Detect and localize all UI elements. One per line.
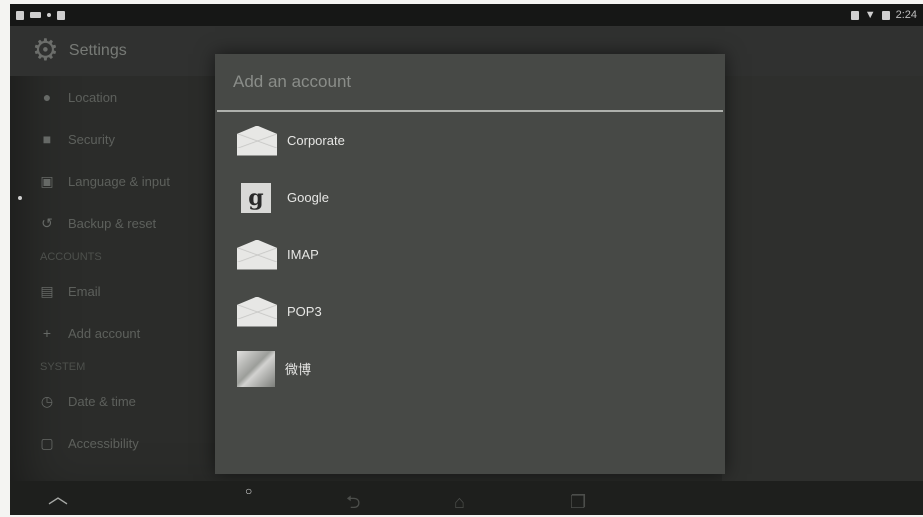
envelope-icon bbox=[237, 239, 277, 270]
account-option-label: Corporate bbox=[287, 133, 345, 148]
battery-icon bbox=[881, 10, 890, 20]
tablet-screen: ▼ 2:24 ⚙ Settings ● Location ■ Security … bbox=[10, 4, 923, 515]
status-left-icons bbox=[16, 10, 65, 20]
clock: 2:24 bbox=[895, 9, 917, 21]
home-icon[interactable]: ⌂ bbox=[454, 493, 465, 511]
settings-item-accessibility[interactable]: ▢ Accessibility bbox=[40, 422, 230, 464]
lock-icon: ■ bbox=[42, 131, 52, 147]
account-option-google[interactable]: g Google bbox=[215, 169, 725, 226]
menu-dot-icon bbox=[18, 196, 22, 200]
settings-category-accounts: ACCOUNTS bbox=[40, 251, 102, 263]
settings-item-add-account[interactable]: + Add account bbox=[40, 312, 230, 354]
app-icon bbox=[237, 350, 275, 387]
location-icon: ● bbox=[42, 89, 52, 105]
account-option-label: Google bbox=[287, 190, 329, 205]
envelope-icon bbox=[237, 125, 277, 156]
up-caret-icon[interactable]: ︿ bbox=[48, 487, 68, 507]
settings-item-backup[interactable]: ↺ Backup & reset bbox=[40, 202, 230, 244]
settings-item-email[interactable]: ▤ Email bbox=[40, 270, 230, 312]
account-option-pop3[interactable]: POP3 bbox=[215, 283, 725, 340]
settings-item-location[interactable]: ● Location bbox=[40, 76, 230, 118]
settings-item-label: Backup & reset bbox=[68, 215, 157, 231]
settings-title: Settings bbox=[68, 42, 127, 59]
settings-item-label: Location bbox=[68, 89, 118, 105]
recent-apps-icon[interactable]: ❐ bbox=[570, 493, 586, 511]
envelope-icon bbox=[237, 296, 277, 327]
back-icon[interactable]: ⮌ bbox=[346, 493, 360, 511]
alarm-icon bbox=[850, 10, 859, 20]
settings-item-security[interactable]: ■ Security bbox=[40, 118, 230, 160]
account-option-imap[interactable]: IMAP bbox=[215, 226, 725, 283]
add-account-dialog: Add an account Corporate g Google IMAP P… bbox=[215, 54, 725, 474]
wifi-icon: ▼ bbox=[864, 9, 876, 21]
clock-icon: ◷ bbox=[40, 392, 54, 409]
settings-item-label: Security bbox=[68, 131, 115, 147]
settings-item-label: Date & time bbox=[68, 393, 136, 409]
add-icon: + bbox=[42, 325, 52, 341]
status-bar: ▼ 2:24 bbox=[10, 4, 923, 26]
notification-icon bbox=[57, 10, 65, 20]
settings-detail-pane bbox=[722, 76, 923, 496]
account-option-weibo[interactable]: 微博 bbox=[215, 340, 725, 397]
account-option-corporate[interactable]: Corporate bbox=[215, 112, 725, 169]
settings-item-label: Email bbox=[68, 283, 101, 299]
settings-list: ● Location ■ Security ▣ Language & input… bbox=[40, 76, 230, 464]
menu-dot-icon[interactable]: ○ bbox=[245, 485, 252, 497]
notification-icon bbox=[16, 10, 24, 20]
account-icon: ▤ bbox=[40, 282, 54, 299]
navigation-bar: ︿ ○ ⮌ ⌂ ❐ bbox=[10, 481, 923, 515]
backup-icon: ↺ bbox=[41, 214, 53, 231]
settings-item-label: Add account bbox=[68, 325, 141, 341]
settings-item-language[interactable]: ▣ Language & input bbox=[40, 160, 230, 202]
notification-icon bbox=[47, 13, 51, 17]
accessibility-icon: ▢ bbox=[40, 434, 54, 451]
settings-item-label: Language & input bbox=[68, 173, 170, 189]
dialog-title: Add an account bbox=[233, 72, 352, 91]
account-option-label: IMAP bbox=[287, 247, 319, 262]
settings-item-label: Accessibility bbox=[68, 435, 139, 451]
settings-item-date-time[interactable]: ◷ Date & time bbox=[40, 380, 230, 422]
notification-icon bbox=[30, 12, 41, 18]
account-option-label: 微博 bbox=[285, 362, 312, 377]
status-right-icons: ▼ 2:24 bbox=[850, 9, 917, 21]
account-option-label: POP3 bbox=[287, 304, 322, 319]
google-icon: g bbox=[241, 182, 271, 213]
settings-gear-icon: ⚙ bbox=[32, 34, 59, 67]
settings-category-system: SYSTEM bbox=[40, 361, 86, 373]
language-icon: ▣ bbox=[40, 172, 54, 189]
